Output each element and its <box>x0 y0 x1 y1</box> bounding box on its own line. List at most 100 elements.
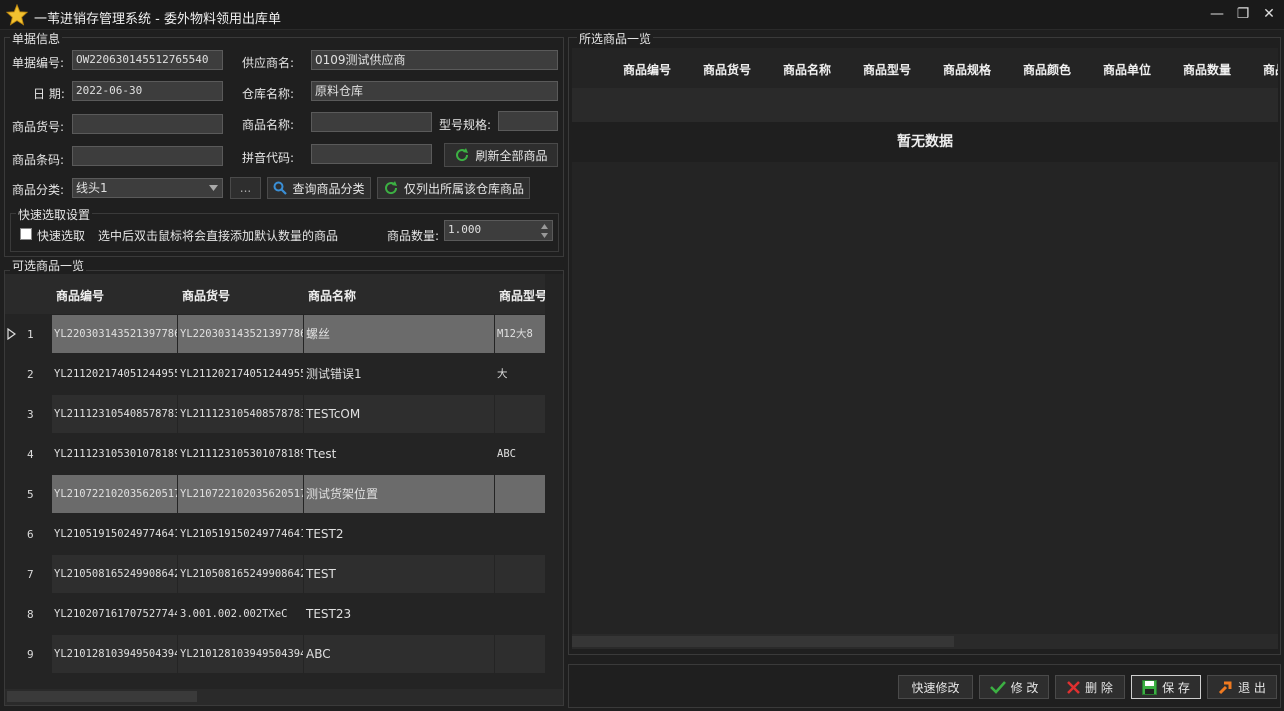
row-number: 4 <box>27 448 34 461</box>
refresh-all-button[interactable]: 刷新全部商品 <box>444 143 558 167</box>
list-warehouse-items-label: 仅列出所属该仓库商品 <box>403 181 524 196</box>
col-item-model[interactable]: 商品型号 <box>499 287 545 304</box>
col-item-sku[interactable]: 商品货号 <box>182 287 302 304</box>
cell-item-code: YL211123105408578783 <box>52 395 177 433</box>
cell-item-sku: YL210722102035620517 <box>178 475 303 513</box>
table-row[interactable]: 1 YL220303143521397786 YL22030314352139778… <box>5 315 545 355</box>
cell-item-name: 测试货架位置 <box>304 475 494 513</box>
row-number: 8 <box>27 608 34 621</box>
restore-button[interactable]: ❐ <box>1232 4 1254 24</box>
item-name-label: 商品名称: <box>242 118 295 132</box>
chevron-down-icon <box>209 185 218 191</box>
selected-scrollbar-thumb[interactable] <box>572 636 954 647</box>
date-field[interactable]: 2022-06-30 <box>72 81 223 101</box>
sel-col-item-unit[interactable]: 商品单位 <box>1103 61 1151 78</box>
selected-horizontal-scrollbar[interactable] <box>572 634 1278 649</box>
selected-filter-row <box>572 88 1278 122</box>
sel-col-item-sku[interactable]: 商品货号 <box>703 61 751 78</box>
close-button[interactable]: ✕ <box>1258 4 1280 24</box>
cell-item-model: 大 <box>495 355 545 393</box>
barcode-label: 商品条码: <box>12 153 65 167</box>
category-more-button[interactable]: ... <box>230 177 261 199</box>
cell-item-name: 螺丝 <box>304 315 494 353</box>
quick-select-checkbox-label: 快速选取 <box>37 229 86 243</box>
pinyin-input[interactable] <box>311 144 432 164</box>
quick-select-checkbox[interactable] <box>20 228 32 240</box>
cell-item-name: TEST2 <box>304 515 494 553</box>
floppy-disk-icon <box>1142 679 1158 695</box>
refresh-all-label: 刷新全部商品 <box>475 148 548 163</box>
exit-button[interactable]: 退 出 <box>1207 675 1277 699</box>
table-row[interactable]: 2 YL211202174051244955 YL21120217405124495… <box>5 355 545 395</box>
sel-col-item-name[interactable]: 商品名称 <box>783 61 831 78</box>
supplier-field[interactable]: 0109测试供应商 <box>311 50 558 70</box>
sel-col-item-model[interactable]: 商品型号 <box>863 61 911 78</box>
delete-x-icon <box>1067 680 1080 694</box>
model-spec-input[interactable] <box>498 111 558 131</box>
category-select[interactable]: 线头1 <box>72 178 223 198</box>
table-row[interactable]: 5 YL210722102035620517 YL21072210203562051… <box>5 475 545 515</box>
stepper-arrows-icon <box>541 224 548 238</box>
barcode-input[interactable] <box>72 146 223 166</box>
cell-item-model <box>495 595 545 633</box>
delete-button[interactable]: 删 除 <box>1055 675 1125 699</box>
cell-item-code: YL210508165249908642 <box>52 555 177 593</box>
row-pointer-icon <box>7 328 16 340</box>
cell-item-code: YL210722102035620517 <box>52 475 177 513</box>
cell-item-code: YL211123105301078189 <box>52 435 177 473</box>
cell-item-code: YL210128103949504394 <box>52 635 177 673</box>
cell-item-code: YL210519150249774641 <box>52 515 177 553</box>
col-item-name[interactable]: 商品名称 <box>308 287 428 304</box>
warehouse-field[interactable]: 原料仓库 <box>311 81 558 101</box>
selected-items-title: 所选商品一览 <box>577 30 654 47</box>
table-row[interactable]: 6 YL210519150249774641 YL21051915024977464… <box>5 515 545 555</box>
scrollbar-thumb[interactable] <box>7 691 197 702</box>
cell-item-model <box>495 635 545 673</box>
col-item-code[interactable]: 商品编号 <box>56 287 176 304</box>
horizontal-scrollbar[interactable] <box>5 689 563 705</box>
query-category-button[interactable]: 查询商品分类 <box>267 177 371 199</box>
cell-item-name: ABC <box>304 635 494 673</box>
edit-button[interactable]: 修 改 <box>979 675 1049 699</box>
title-bar: 一苇进销存管理系统 - 委外物料领用出库单 — ❐ ✕ <box>0 0 1284 30</box>
table-row[interactable]: 8 YL210207161707527744 3.001.002.002TXeC TE… <box>5 595 545 635</box>
sel-col-item-code[interactable]: 商品编号 <box>623 61 671 78</box>
cell-item-model <box>495 555 545 593</box>
doc-no-field[interactable]: OW220630145512765540 <box>72 50 223 70</box>
cell-item-model: ABC <box>495 435 545 473</box>
cell-item-model <box>495 475 545 513</box>
table-row[interactable]: 3 YL211123105408578783 YL21112310540857878… <box>5 395 545 435</box>
cell-item-sku: YL220303143521397786 <box>178 315 303 353</box>
table-row[interactable]: 9 YL210128103949504394 YL21012810394950439… <box>5 635 545 675</box>
qty-value: 1.000 <box>448 223 482 236</box>
quick-select-title: 快速选取设置 <box>16 206 93 223</box>
cell-item-name: TEST23 <box>304 595 494 633</box>
selected-items-table: 商品编号 商品货号 商品名称 商品型号 商品规格 商品颜色 商品单位 商品数量 … <box>572 48 1278 649</box>
cell-item-code: YL211202174051244955 <box>52 355 177 393</box>
sel-col-item-spec[interactable]: 商品规格 <box>943 61 991 78</box>
row-number: 5 <box>27 488 34 501</box>
selected-table-header: 商品编号 商品货号 商品名称 商品型号 商品规格 商品颜色 商品单位 商品数量 … <box>572 48 1278 88</box>
available-items-title: 可选商品一览 <box>10 257 87 274</box>
refresh-icon <box>456 148 469 162</box>
row-number: 6 <box>27 528 34 541</box>
empty-state: 暂无数据 <box>572 122 1278 162</box>
doc-no-label: 单据编号: <box>12 56 65 70</box>
table-row[interactable]: 4 YL211123105301078189 YL21112310530107818… <box>5 435 545 475</box>
item-name-input[interactable] <box>311 112 432 132</box>
row-number: 3 <box>27 408 34 421</box>
cell-item-model <box>495 395 545 433</box>
list-warehouse-items-button[interactable]: 仅列出所属该仓库商品 <box>377 177 530 199</box>
table-header: 商品编号 商品货号 商品名称 商品型号 <box>5 274 545 314</box>
minimize-button[interactable]: — <box>1206 4 1228 24</box>
sel-col-item-qty[interactable]: 商品数量 <box>1183 61 1231 78</box>
table-row[interactable]: 7 YL210508165249908642 YL21050816524990864… <box>5 555 545 595</box>
delete-label: 删 除 <box>1085 680 1113 695</box>
sel-col-item-more[interactable]: 商品 <box>1263 61 1278 78</box>
save-button[interactable]: 保 存 <box>1131 675 1201 699</box>
sel-col-item-color[interactable]: 商品颜色 <box>1023 61 1071 78</box>
quick-select-hint: 选中后双击鼠标将会直接添加默认数量的商品 <box>98 229 339 243</box>
qty-stepper[interactable]: 1.000 <box>444 220 553 241</box>
item-code-input[interactable] <box>72 114 223 134</box>
quick-edit-button[interactable]: 快速修改 <box>898 675 973 699</box>
